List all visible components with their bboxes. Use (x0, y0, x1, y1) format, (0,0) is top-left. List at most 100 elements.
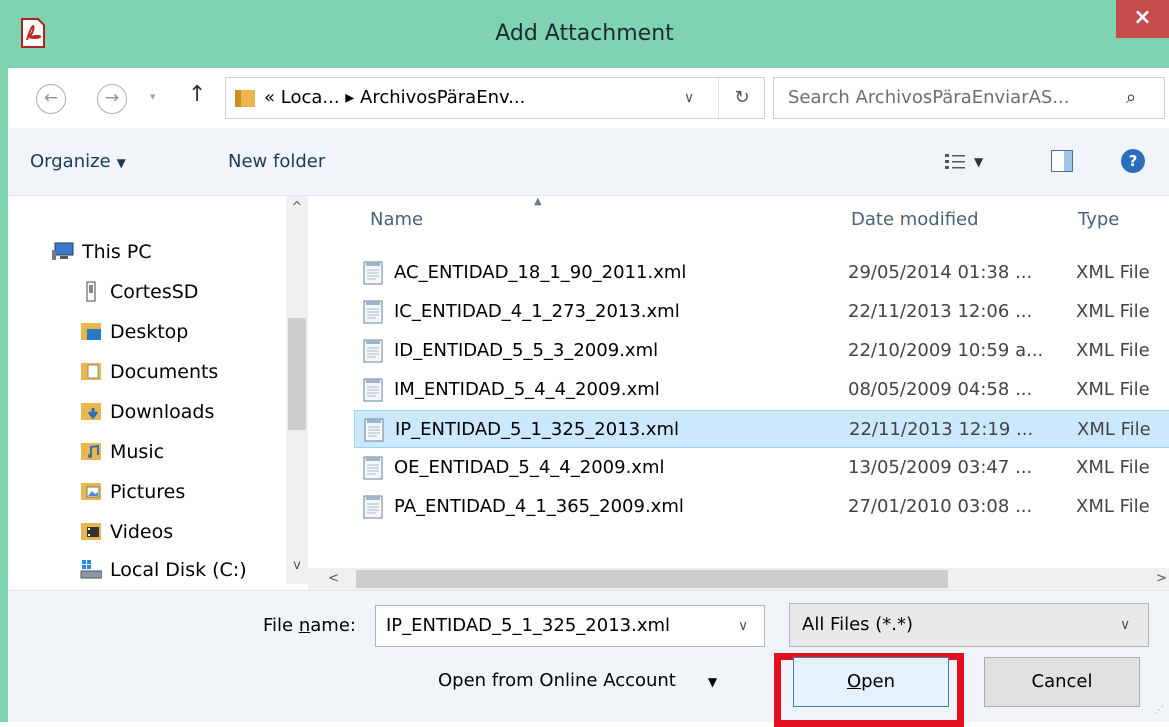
sidebar-scrollbar[interactable]: ^ v (286, 196, 308, 584)
file-name-label-accelerator: n (298, 615, 311, 636)
sidebar-item-documents[interactable]: Documents (80, 352, 218, 392)
new-folder-button[interactable]: New folder (228, 128, 325, 196)
help-icon[interactable]: ? (1121, 149, 1145, 173)
address-path[interactable]: « Loca... ▸ ArchivosPäraEnv... (264, 78, 525, 118)
chevron-up-icon: ^ (291, 200, 303, 215)
chevron-left-icon: < (328, 571, 339, 586)
preview-pane-icon[interactable] (1051, 150, 1073, 172)
sort-ascending-icon: ▲ (534, 196, 542, 207)
sidebar-item-label: Local Disk (C:) (110, 559, 247, 581)
sidebar-scroll-thumb[interactable] (288, 318, 306, 430)
refresh-icon: ↻ (734, 87, 750, 108)
file-row[interactable]: ID_ENTIDAD_5_5_3_2009.xml 22/10/2009 10:… (354, 332, 1169, 370)
forward-arrow-icon: → (104, 88, 120, 108)
file-row[interactable]: OE_ENTIDAD_5_4_4_2009.xml 13/05/2009 03:… (354, 449, 1169, 487)
file-row[interactable]: PA_ENTIDAD_4_1_365_2009.xml 27/01/2010 0… (354, 488, 1169, 526)
online-account-label: Open from Online Account (438, 670, 676, 691)
sidebar-item-downloads[interactable]: Downloads (80, 392, 214, 432)
chevron-down-icon: ▼ (707, 675, 718, 689)
file-type-filter-select[interactable]: All Files (*.*) ∨ (789, 603, 1149, 647)
file-type-filter-value: All Files (*.*) (802, 614, 914, 635)
dialog-body: ← → ▾ ↑ « Loca... ▸ ArchivosPäraEnv... ∨… (8, 68, 1169, 727)
xml-file-icon (363, 378, 383, 402)
file-date: 13/05/2009 03:47 ... (848, 457, 1033, 478)
file-name-label: File name: (263, 605, 356, 647)
back-button[interactable]: ← (36, 84, 66, 114)
scroll-right-button[interactable]: > (1156, 568, 1167, 590)
view-options-icon[interactable] (944, 152, 966, 172)
recent-locations-button[interactable]: ▾ (150, 90, 156, 103)
cancel-button[interactable]: Cancel (984, 657, 1140, 707)
address-dropdown-button[interactable]: ∨ (684, 78, 694, 118)
sidebar-item-videos[interactable]: Videos (80, 512, 173, 552)
up-button[interactable]: ↑ (188, 82, 206, 107)
chevron-down-icon: ∨ (738, 618, 749, 634)
file-name-dropdown-button[interactable]: ∨ (738, 606, 748, 646)
file-row[interactable]: AC_ENTIDAD_18_1_90_2011.xml 29/05/2014 0… (354, 254, 1169, 292)
file-date: 22/10/2009 10:59 a... (848, 340, 1044, 361)
computer-icon (52, 242, 74, 260)
file-date: 27/01/2010 03:08 ... (848, 496, 1033, 517)
file-name-field[interactable]: IP_ENTIDAD_5_1_325_2013.xml ∨ (375, 605, 765, 647)
column-header-type[interactable]: Type (1078, 196, 1119, 244)
open-button-label: pen (861, 671, 896, 692)
resize-grip-icon[interactable]: ⋰ (1154, 705, 1164, 716)
search-icon[interactable]: ⌕ (1126, 78, 1136, 118)
file-date: 22/11/2013 12:19 ... (849, 419, 1034, 440)
forward-button[interactable]: → (97, 84, 127, 114)
address-bar[interactable]: « Loca... ▸ ArchivosPäraEnv... ∨ ↻ (225, 77, 765, 119)
sidebar-item-music[interactable]: Music (80, 432, 164, 472)
chevron-down-icon: ▼ (974, 155, 984, 169)
pictures-folder-icon (81, 482, 101, 500)
search-box[interactable]: Search ArchivosPäraEnviarAS... ⌕ (773, 77, 1165, 119)
horizontal-scroll-thumb[interactable] (356, 570, 948, 588)
sidebar-item-label: Videos (110, 521, 174, 543)
file-name-input[interactable]: IP_ENTIDAD_5_1_325_2013.xml (386, 606, 670, 646)
desktop-folder-icon (81, 322, 101, 340)
refresh-button[interactable]: ↻ (718, 78, 765, 118)
column-header-name[interactable]: Name (370, 196, 423, 244)
dialog-title: Add Attachment (495, 21, 674, 46)
scroll-down-button[interactable]: v (286, 558, 308, 573)
documents-folder-icon (81, 362, 101, 380)
downloads-folder-icon (81, 402, 101, 420)
file-name: IM_ENTIDAD_5_4_4_2009.xml (394, 379, 660, 400)
file-list-horizontal-scrollbar[interactable]: < > (308, 568, 1169, 590)
file-date: 08/05/2009 04:58 ... (848, 379, 1033, 400)
usb-drive-icon (86, 281, 96, 301)
file-list: ▲ Name Date modified Type AC_ENTIDAD_18_… (308, 196, 1169, 584)
chevron-down-icon: v (293, 558, 301, 573)
chevron-down-icon: ∨ (1120, 617, 1131, 633)
xml-file-icon (363, 261, 383, 285)
close-icon: × (1133, 5, 1152, 30)
file-date: 22/11/2013 12:06 ... (848, 301, 1033, 322)
sidebar-item-pictures[interactable]: Pictures (80, 472, 185, 512)
sidebar-item-desktop[interactable]: Desktop (80, 312, 188, 352)
file-type: XML File (1076, 496, 1150, 517)
scroll-left-button[interactable]: < (328, 568, 339, 590)
title-bar[interactable]: Add Attachment × (0, 0, 1169, 68)
scroll-up-button[interactable]: ^ (286, 200, 308, 215)
open-button[interactable]: Open (793, 657, 949, 707)
xml-file-icon (363, 300, 383, 324)
file-row[interactable]: IC_ENTIDAD_4_1_273_2013.xml 22/11/2013 1… (354, 293, 1169, 331)
view-dropdown-button[interactable]: ▼ (974, 128, 983, 196)
sidebar-item-local-disk[interactable]: Local Disk (C:) (80, 550, 247, 590)
file-name: AC_ENTIDAD_18_1_90_2011.xml (394, 262, 687, 283)
open-button-accelerator: O (846, 671, 862, 692)
xml-file-icon (363, 339, 383, 363)
file-type: XML File (1077, 419, 1151, 440)
open-from-online-account-button[interactable]: Open from Online Account ▼ (438, 657, 717, 706)
organize-button[interactable]: Organize ▼ (30, 128, 126, 197)
file-name: ID_ENTIDAD_5_5_3_2009.xml (394, 340, 659, 361)
xml-file-icon (364, 418, 384, 442)
file-type: XML File (1076, 262, 1150, 283)
search-input[interactable]: Search ArchivosPäraEnviarAS... (788, 78, 1070, 118)
close-button[interactable]: × (1116, 0, 1169, 38)
file-row[interactable]: IM_ENTIDAD_5_4_4_2009.xml 08/05/2009 04:… (354, 371, 1169, 409)
file-row-selected[interactable]: IP_ENTIDAD_5_1_325_2013.xml 22/11/2013 1… (354, 410, 1169, 448)
sidebar-item-cortessd[interactable]: CortesSD (80, 272, 198, 312)
column-header-date-modified[interactable]: Date modified (851, 196, 979, 244)
sidebar-item-label: Documents (110, 361, 219, 383)
sidebar-item-this-pc[interactable]: This PC (52, 232, 152, 272)
